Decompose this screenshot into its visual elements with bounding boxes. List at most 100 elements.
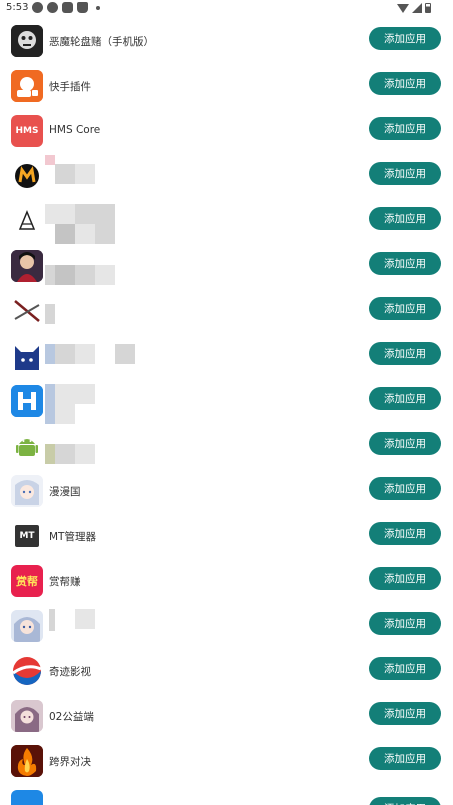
pixelated-app-name bbox=[55, 265, 75, 285]
pixelated-app-name bbox=[95, 204, 115, 244]
app-row[interactable]: 奇迹影视 添加应用 bbox=[0, 650, 453, 695]
app-name: MT管理器 bbox=[49, 531, 96, 543]
app-name: 快手插件 bbox=[49, 81, 91, 93]
add-app-button[interactable]: 添加应用 bbox=[369, 612, 441, 635]
pixelated-app-name bbox=[55, 204, 75, 224]
pixelated-app-name bbox=[55, 164, 75, 184]
app-row[interactable]: 添加应用 bbox=[0, 785, 453, 805]
mt-logo: MT bbox=[15, 525, 39, 547]
wifi-icon bbox=[397, 3, 409, 13]
add-app-button[interactable]: 添加应用 bbox=[369, 207, 441, 230]
pixelated-app-name bbox=[95, 265, 115, 285]
app-row[interactable]: 漫漫国 添加应用 bbox=[0, 470, 453, 515]
pixelated-app-name bbox=[75, 609, 95, 629]
add-app-button[interactable]: 添加应用 bbox=[369, 117, 441, 140]
add-app-button[interactable]: 添加应用 bbox=[369, 432, 441, 455]
app-name: 跨界对决 bbox=[49, 756, 91, 768]
app-icon-qiji-yingshi bbox=[11, 655, 43, 687]
add-app-button[interactable]: 添加应用 bbox=[369, 297, 441, 320]
pixelated-app-name bbox=[75, 344, 95, 364]
app-name: 恶魔轮盘赌（手机版） bbox=[49, 36, 154, 48]
status-right bbox=[397, 3, 431, 13]
app-icon-anime-girl bbox=[11, 610, 43, 642]
pixelated-app-name bbox=[49, 609, 55, 631]
app-row[interactable]: 添加应用 bbox=[0, 425, 453, 470]
shangbang-logo-text: 赏帮 bbox=[16, 575, 38, 588]
app-row[interactable]: 添加应用 bbox=[0, 155, 453, 200]
pixelated-app-name bbox=[45, 155, 55, 165]
app-icon-02-gongyi bbox=[11, 700, 43, 732]
app-row[interactable]: HMS HMS Core 添加应用 bbox=[0, 110, 453, 155]
app-name: 奇迹影视 bbox=[49, 666, 91, 678]
add-app-button[interactable]: 添加应用 bbox=[369, 522, 441, 545]
add-app-button[interactable]: 添加应用 bbox=[369, 387, 441, 410]
add-app-button[interactable]: 添加应用 bbox=[369, 162, 441, 185]
pixelated-app-name bbox=[75, 265, 95, 285]
pixelated-app-name bbox=[45, 265, 55, 285]
pixelated-app-name bbox=[55, 344, 75, 364]
app-row[interactable]: 添加应用 bbox=[0, 335, 453, 380]
add-app-button[interactable]: 添加应用 bbox=[369, 567, 441, 590]
pixelated-app-name bbox=[75, 224, 95, 244]
cat-icon bbox=[77, 2, 89, 13]
pixelated-app-name bbox=[75, 164, 95, 184]
pixelated-app-name bbox=[55, 384, 75, 404]
add-app-button[interactable]: 添加应用 bbox=[369, 797, 441, 805]
telegram-icon bbox=[47, 2, 59, 13]
hms-logo-text: HMS bbox=[15, 126, 39, 136]
add-app-button[interactable]: 添加应用 bbox=[369, 477, 441, 500]
pixelated-app-name bbox=[45, 304, 55, 324]
pixelated-app-name bbox=[55, 224, 75, 244]
add-app-button[interactable]: 添加应用 bbox=[369, 27, 441, 50]
pixelated-app-name bbox=[55, 404, 75, 424]
app-name: 02公益端 bbox=[49, 711, 94, 723]
add-app-button[interactable]: 添加应用 bbox=[369, 657, 441, 680]
pixelated-app-name bbox=[45, 344, 55, 364]
app-name: 漫漫国 bbox=[49, 486, 81, 498]
app-icon-partial bbox=[11, 790, 43, 805]
app-row[interactable]: 添加应用 bbox=[0, 605, 453, 650]
app-row[interactable]: 02公益端 添加应用 bbox=[0, 695, 453, 740]
add-app-button[interactable]: 添加应用 bbox=[369, 747, 441, 770]
app-icon-shangbangzhuan: 赏帮 bbox=[11, 565, 43, 597]
pixelated-app-name bbox=[45, 384, 55, 424]
app-row[interactable]: 添加应用 bbox=[0, 290, 453, 335]
app-icon-m-player bbox=[11, 160, 43, 192]
message-icon bbox=[62, 2, 74, 13]
battery-icon bbox=[425, 3, 431, 13]
status-bar: 5:53 bbox=[0, 0, 453, 18]
app-icon-blue-cat bbox=[11, 340, 43, 372]
add-app-button[interactable]: 添加应用 bbox=[369, 342, 441, 365]
add-app-button[interactable]: 添加应用 bbox=[369, 252, 441, 275]
more-notifications-dot bbox=[96, 5, 101, 10]
app-row[interactable]: 快手插件 添加应用 bbox=[0, 65, 453, 110]
app-row[interactable]: MT MT管理器 添加应用 bbox=[0, 515, 453, 560]
app-icon-hms-core: HMS bbox=[11, 115, 43, 147]
app-row[interactable]: 添加应用 bbox=[0, 380, 453, 425]
pixelated-app-name bbox=[75, 384, 95, 404]
app-row[interactable]: 赏帮 赏帮赚 添加应用 bbox=[0, 560, 453, 605]
app-name: HMS Core bbox=[49, 124, 101, 136]
pixelated-app-name bbox=[55, 444, 75, 464]
pixelated-app-name bbox=[115, 344, 135, 364]
app-name: 赏帮赚 bbox=[49, 576, 81, 588]
app-row[interactable]: 恶魔轮盘赌（手机版） 添加应用 bbox=[0, 20, 453, 65]
pixelated-app-name bbox=[45, 444, 55, 464]
android-icon bbox=[11, 430, 43, 462]
status-left: 5:53 bbox=[6, 2, 101, 13]
add-app-button[interactable]: 添加应用 bbox=[369, 72, 441, 95]
app-icon-swords bbox=[11, 295, 43, 327]
pixelated-app-name bbox=[75, 204, 95, 224]
app-row[interactable]: 添加应用 bbox=[0, 245, 453, 290]
signal-icon bbox=[412, 3, 422, 13]
status-time: 5:53 bbox=[6, 2, 29, 13]
app-icon-anime-character bbox=[11, 250, 43, 282]
app-row[interactable]: 添加应用 bbox=[0, 200, 453, 245]
app-icon-manmanguo bbox=[11, 475, 43, 507]
telegram-icon bbox=[32, 2, 44, 13]
app-icon-blue-h bbox=[11, 385, 43, 417]
app-row[interactable]: 跨界对决 添加应用 bbox=[0, 740, 453, 785]
app-icon-mt-manager: MT bbox=[11, 520, 43, 552]
add-app-button[interactable]: 添加应用 bbox=[369, 702, 441, 725]
app-icon-kuajie-duijue bbox=[11, 745, 43, 777]
